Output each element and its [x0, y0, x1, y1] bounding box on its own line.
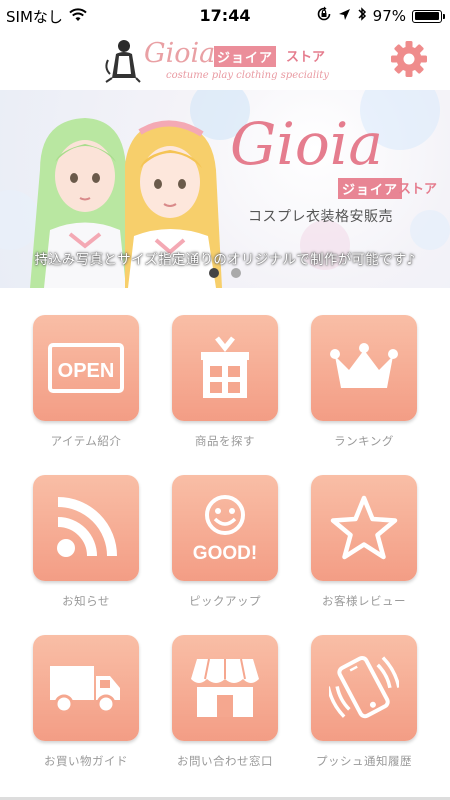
gift-box-icon	[201, 336, 249, 398]
menu-tile-contact[interactable]: お問い合わせ窓口	[172, 635, 278, 769]
banner-logo-store: ストア	[398, 182, 438, 197]
promo-banner[interactable]: Gioia ジョイア ストア コスプレ衣装格安販売 持込み写真とサイズ指定通りの…	[0, 90, 450, 288]
menu-tile-push-history[interactable]: プッシュ通知履歴	[311, 635, 417, 769]
menu-label: ピックアップ	[189, 594, 261, 608]
location-arrow-icon	[338, 7, 351, 25]
menu-tile-guide[interactable]: お買い物ガイド	[33, 635, 139, 769]
menu-tile-search[interactable]: 商品を探す	[172, 315, 278, 449]
banner-subtitle: コスプレ衣装格安販売	[248, 209, 393, 225]
menu-label: お買い物ガイド	[44, 754, 128, 768]
vibrating-phone-icon	[329, 655, 399, 719]
rss-icon	[57, 497, 117, 557]
battery-percent: 97%	[372, 7, 406, 25]
battery-level	[414, 12, 439, 20]
battery-icon	[412, 9, 445, 23]
store-logo[interactable]: Gioia ジョイア ストア costume play clothing spe…	[100, 36, 350, 88]
app-header: Gioia ジョイア ストア costume play clothing spe…	[0, 32, 450, 90]
bokeh-light	[410, 210, 450, 250]
open-sign-text: OPEN	[58, 360, 115, 382]
menu-label: プッシュ通知履歴	[316, 754, 412, 768]
menu-label: お問い合わせ窓口	[177, 754, 273, 768]
menu-button[interactable]	[172, 315, 278, 421]
menu-label: アイテム紹介	[50, 434, 122, 448]
storefront-icon	[191, 658, 259, 717]
bluetooth-icon	[357, 6, 367, 26]
settings-gear-icon[interactable]	[390, 40, 428, 78]
open-sign-icon: OPEN	[48, 343, 124, 393]
menu-button[interactable]	[33, 475, 139, 581]
menu-tile-pickup[interactable]: GOOD! ピックアップ	[172, 475, 278, 609]
carousel-dot[interactable]	[231, 268, 241, 278]
menu-tile-items[interactable]: OPEN アイテム紹介	[33, 315, 139, 449]
menu-tile-reviews[interactable]: お客様レビュー	[311, 475, 417, 609]
menu-button[interactable]	[33, 635, 139, 741]
menu-tile-ranking[interactable]: ランキング	[311, 315, 417, 449]
good-smiley-icon: GOOD!	[193, 495, 257, 563]
menu-label: お知らせ	[62, 594, 110, 608]
star-icon	[330, 495, 398, 560]
carousel-pager[interactable]	[0, 268, 450, 278]
status-right: 97%	[316, 6, 445, 26]
menu-button[interactable]: GOOD!	[172, 475, 278, 581]
banner-logo-kana: ジョイア	[338, 178, 403, 199]
status-bar: SIMなし 17:44 97%	[0, 0, 450, 32]
logo-store-text: ストア	[286, 50, 326, 65]
crown-icon	[330, 343, 398, 388]
menu-button[interactable]	[311, 315, 417, 421]
menu-label: お客様レビュー	[322, 594, 406, 608]
menu-button[interactable]: OPEN	[33, 315, 139, 421]
menu-button[interactable]	[311, 475, 417, 581]
banner-logo-script: Gioia	[230, 110, 383, 178]
truck-icon	[50, 666, 120, 714]
logo-script-text: Gioia	[144, 38, 216, 69]
menu-button[interactable]	[172, 635, 278, 741]
maid-figure-logo-icon	[105, 40, 141, 83]
menu-label: 商品を探す	[195, 434, 255, 448]
menu-button[interactable]	[311, 635, 417, 741]
banner-caption: 持込み写真とサイズ指定通りのオリジナルで制作が可能です♪	[34, 252, 416, 268]
carousel-dot[interactable]	[209, 268, 219, 278]
menu-tile-news[interactable]: お知らせ	[33, 475, 139, 609]
logo-kana-text: ジョイア	[214, 46, 277, 67]
logo-subtitle: costume play clothing speciality	[166, 70, 329, 81]
good-text: GOOD!	[193, 543, 257, 563]
orientation-lock-icon	[316, 6, 332, 26]
menu-label: ランキング	[334, 434, 394, 448]
